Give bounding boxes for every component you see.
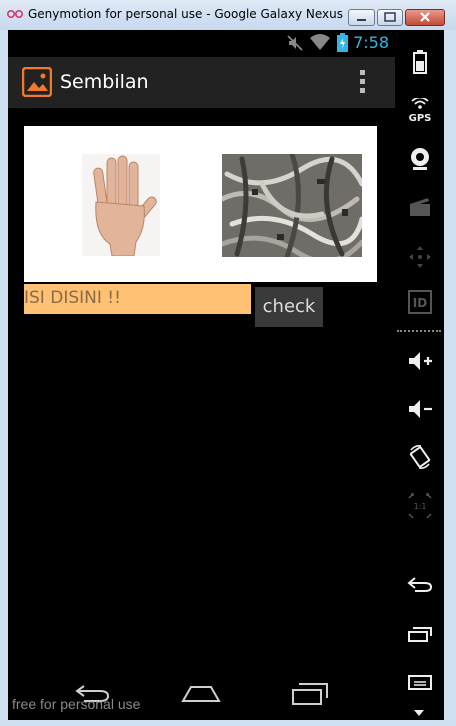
id-icon: ID — [407, 290, 432, 314]
rotate-screen-button[interactable] — [395, 444, 444, 470]
window-titlebar[interactable]: Genymotion for personal use - Google Gal… — [0, 0, 456, 30]
overflow-menu-button[interactable] — [360, 70, 368, 96]
volume-up-button[interactable] — [395, 350, 444, 372]
check-button[interactable]: check — [255, 287, 323, 327]
emulator-window: Genymotion for personal use - Google Gal… — [0, 0, 456, 726]
maximize-button[interactable] — [377, 9, 403, 26]
gps-icon: GPS — [408, 98, 431, 124]
recent-apps-hardware-button[interactable] — [395, 626, 444, 642]
genymotion-sidebar: GPS ID 1:1 — [395, 30, 444, 720]
battery-charging-icon — [337, 33, 348, 52]
battery-widget-button[interactable] — [395, 50, 444, 74]
scroll-down-icon[interactable] — [414, 710, 424, 716]
app-title: Sembilan — [60, 71, 149, 93]
window-border-left — [0, 30, 8, 726]
scale-label: 1:1 — [413, 502, 426, 511]
answer-input[interactable]: ISI DISINI !! — [24, 284, 251, 314]
volume-down-button[interactable] — [395, 398, 444, 420]
clapperboard-icon — [409, 198, 430, 216]
screencast-widget-button — [395, 196, 444, 218]
home-icon[interactable] — [181, 684, 221, 704]
hand-image — [82, 154, 160, 256]
dpad-icon — [408, 246, 431, 268]
scale-widget-button: 1:1 — [395, 492, 444, 520]
image-panel — [24, 126, 377, 282]
sidebar-separator — [397, 330, 441, 332]
webcam-widget-button[interactable] — [395, 146, 444, 172]
minimize-icon — [357, 19, 366, 21]
remote-control-widget-button — [395, 244, 444, 270]
recent-apps-icon[interactable] — [291, 682, 329, 706]
rotate-icon — [409, 445, 430, 469]
rubble-image — [222, 154, 362, 257]
close-button[interactable] — [405, 9, 445, 26]
device-id-widget-button: ID — [395, 290, 444, 314]
id-label: ID — [412, 296, 426, 310]
recent-apps-sidebar-icon — [407, 627, 432, 642]
window-border-right — [444, 30, 456, 726]
battery-icon — [412, 50, 427, 74]
wifi-icon — [310, 34, 330, 50]
genymotion-logo-icon — [7, 10, 23, 18]
action-bar: Sembilan — [8, 57, 395, 108]
maximize-icon — [384, 12, 396, 22]
gps-widget-button[interactable]: GPS — [395, 98, 444, 124]
window-border-bottom — [0, 720, 456, 726]
back-hardware-button[interactable] — [395, 576, 444, 594]
device-screen: 7:58 Sembilan ISI DISINI !! check free f… — [8, 30, 395, 720]
minimize-button[interactable] — [348, 9, 375, 26]
app-icon[interactable] — [22, 67, 52, 97]
back-arrow-icon — [406, 577, 432, 592]
close-icon — [420, 12, 430, 22]
navigation-bar — [8, 670, 395, 720]
volume-down-icon — [408, 400, 432, 418]
status-time: 7:58 — [353, 33, 389, 52]
gps-label: GPS — [408, 113, 431, 124]
watermark-text: free for personal use — [12, 696, 141, 712]
mute-icon — [287, 35, 303, 51]
menu-icon — [407, 675, 432, 690]
menu-hardware-button[interactable] — [395, 674, 444, 690]
webcam-icon — [410, 148, 429, 170]
pixel-perfect-icon: 1:1 — [407, 493, 432, 519]
volume-up-icon — [408, 352, 432, 370]
window-title: Genymotion for personal use - Google Gal… — [28, 7, 343, 21]
status-bar: 7:58 — [8, 30, 395, 57]
